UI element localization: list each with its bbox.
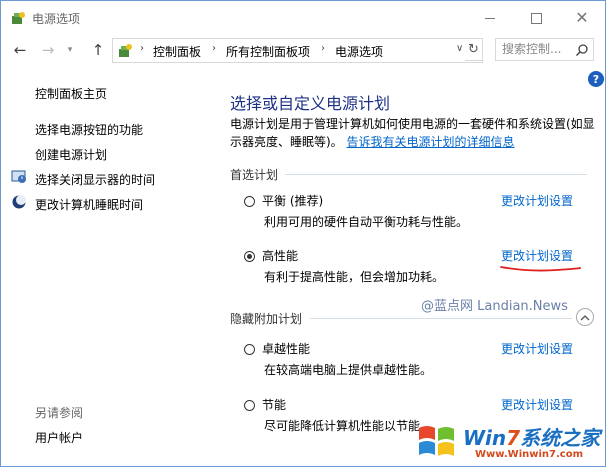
plan-power-saver-name[interactable]: 节能 bbox=[262, 396, 286, 413]
plan-power-saver-settings-link[interactable]: 更改计划设置 bbox=[501, 396, 573, 413]
back-button[interactable]: ← bbox=[11, 41, 29, 59]
arrow-left-icon: ← bbox=[13, 40, 27, 59]
plan-ultimate-performance-name[interactable]: 卓越性能 bbox=[262, 340, 310, 357]
address-dropdown-icon[interactable]: ∨ bbox=[456, 43, 463, 54]
watermark-text: @蓝点网 Landian.News bbox=[421, 299, 568, 314]
control-panel-icon bbox=[119, 44, 132, 57]
breadcrumb-power-options[interactable]: 电源选项 bbox=[335, 43, 383, 60]
arrow-up-icon: ↑ bbox=[91, 40, 105, 59]
sidebar-link-create-plan[interactable]: 创建电源计划 bbox=[35, 146, 107, 163]
close-icon: ✕ bbox=[575, 8, 589, 27]
page-description: 电源计划是用于管理计算机如何使用电源的一套硬件和系统设置(如显示器亮度、睡眠等)… bbox=[230, 115, 600, 151]
plan-power-saver-desc: 尽可能降低计算机性能以节能。 bbox=[264, 419, 433, 433]
minimize-button[interactable] bbox=[467, 5, 513, 31]
power-options-icon bbox=[12, 12, 25, 24]
plan-ultimate-performance-settings-link[interactable]: 更改计划设置 bbox=[501, 340, 573, 357]
plan-power-saver-radio[interactable] bbox=[244, 400, 255, 411]
red-underline-annotation bbox=[500, 266, 581, 272]
logo-text: Win7系统之家 bbox=[463, 422, 600, 451]
close-button[interactable]: ✕ bbox=[559, 5, 605, 31]
preferred-plans-label: 首选计划 bbox=[230, 168, 279, 182]
collapse-hidden-plans-button[interactable] bbox=[576, 308, 594, 326]
minimize-icon bbox=[485, 17, 495, 19]
site-logo-watermark: Win7系统之家 Www.Winwin7.com bbox=[411, 416, 605, 466]
search-input[interactable] bbox=[502, 42, 572, 56]
sidebar-link-user-accounts[interactable]: 用户帐户 bbox=[35, 429, 83, 446]
maximize-button[interactable] bbox=[513, 5, 559, 31]
learn-more-link[interactable]: 告诉我有关电源计划的详细信息 bbox=[347, 135, 515, 149]
chevron-down-icon: ▾ bbox=[67, 44, 73, 55]
logo-win-text: Win bbox=[463, 426, 507, 450]
plan-ultimate-performance-desc: 在较高端电脑上提供卓越性能。 bbox=[264, 363, 433, 377]
search-icon[interactable] bbox=[575, 43, 589, 57]
breadcrumb-separator-icon: › bbox=[321, 43, 325, 54]
search-box[interactable] bbox=[495, 38, 594, 61]
sidebar-home-link[interactable]: 控制面板主页 bbox=[35, 85, 107, 102]
sleep-moon-icon bbox=[12, 195, 26, 209]
logo-cn-text: 系统之家 bbox=[520, 426, 601, 450]
up-button[interactable]: ↑ bbox=[89, 41, 107, 59]
hidden-plans-label: 隐藏附加计划 bbox=[230, 312, 303, 326]
plan-balanced-radio[interactable] bbox=[244, 196, 255, 207]
maximize-icon bbox=[530, 12, 542, 24]
address-bar[interactable]: › 控制面板 › 所有控制面板项 › 电源选项 ∨ bbox=[112, 38, 483, 63]
refresh-icon: ↻ bbox=[468, 42, 479, 57]
breadcrumb-separator-icon: › bbox=[140, 43, 144, 54]
sidebar-link-power-buttons[interactable]: 选择电源按钮的功能 bbox=[35, 121, 143, 138]
arrow-right-icon: → bbox=[41, 40, 55, 59]
window-title: 电源选项 bbox=[32, 12, 81, 26]
plan-high-performance-radio[interactable] bbox=[244, 251, 255, 262]
recent-locations-button[interactable]: ▾ bbox=[61, 41, 79, 59]
logo-seven-text: 7 bbox=[506, 426, 521, 450]
logo-url: Www.Winwin7.com bbox=[475, 449, 584, 460]
navigation-bar: ← → ▾ ↑ › 控制面板 › 所有控制面板项 › 电源选项 ∨ ↻ bbox=[1, 34, 605, 66]
breadcrumb-all-items[interactable]: 所有控制面板项 bbox=[226, 43, 310, 60]
plan-high-performance-settings-link[interactable]: 更改计划设置 bbox=[501, 247, 573, 264]
plan-high-performance-name[interactable]: 高性能 bbox=[262, 247, 298, 264]
plan-balanced-name[interactable]: 平衡 (推荐) bbox=[262, 192, 323, 209]
title-bar: 电源选项 ✕ bbox=[1, 1, 605, 34]
forward-button[interactable]: → bbox=[39, 41, 57, 59]
plan-ultimate-performance-radio[interactable] bbox=[244, 344, 255, 355]
sidebar-link-display-off[interactable]: 选择关闭显示器的时间 bbox=[35, 171, 155, 188]
sidebar-link-sleep-time[interactable]: 更改计算机睡眠时间 bbox=[35, 196, 143, 213]
breadcrumb-separator-icon: › bbox=[212, 43, 216, 54]
breadcrumb-control-panel[interactable]: 控制面板 bbox=[153, 43, 201, 60]
see-also-label: 另请参阅 bbox=[35, 406, 84, 420]
page-title: 选择或自定义电源计划 bbox=[230, 94, 391, 113]
help-icon[interactable]: ? bbox=[588, 71, 604, 87]
chevron-up-icon bbox=[580, 314, 590, 320]
windows-flag-icon bbox=[419, 426, 454, 456]
preferred-plans-divider bbox=[285, 174, 587, 175]
hidden-plans-divider bbox=[310, 318, 572, 319]
power-options-window: 电源选项 ✕ ← → ▾ ↑ › 控制面板 › 所有控制面板项 › 电源选项 ∨… bbox=[0, 0, 606, 467]
plan-balanced-desc: 利用可用的硬件自动平衡功耗与性能。 bbox=[264, 215, 469, 229]
display-timer-icon bbox=[11, 170, 26, 183]
plan-high-performance-desc: 有利于提高性能，但会增加功耗。 bbox=[264, 270, 445, 284]
refresh-button[interactable]: ↻ bbox=[465, 38, 483, 61]
plan-balanced-settings-link[interactable]: 更改计划设置 bbox=[501, 192, 573, 209]
